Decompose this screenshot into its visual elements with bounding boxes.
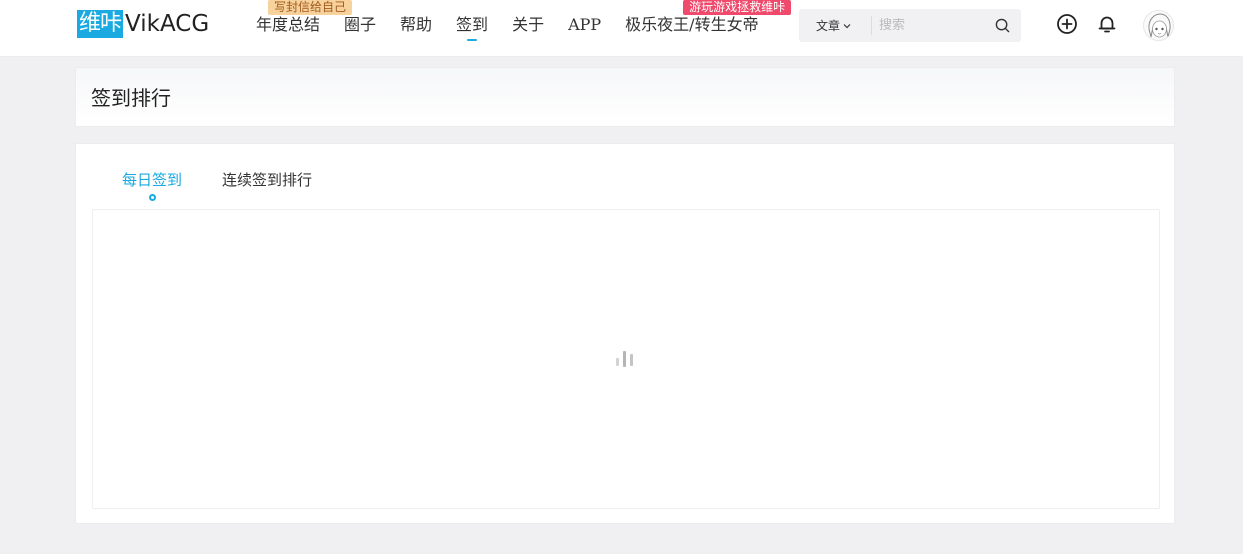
site-header: 维咔 VikACG 写封信给自己 年度总结 圈子 帮助 签到 关于 APP 游玩… bbox=[0, 0, 1243, 57]
search-icon bbox=[995, 18, 1009, 33]
tab-daily-checkin[interactable]: 每日签到 bbox=[122, 170, 183, 201]
nav-label: 关于 bbox=[512, 15, 545, 34]
main-nav: 写封信给自己 年度总结 圈子 帮助 签到 关于 APP 游玩游戏拯救维咔 极乐夜… bbox=[244, 0, 792, 57]
nav-item-game[interactable]: 游玩游戏拯救维咔 极乐夜王/转生女帝 bbox=[613, 0, 792, 57]
logo-en-text: VikACG bbox=[125, 11, 210, 37]
page-title-card: 签到排行 bbox=[75, 67, 1175, 127]
loading-spinner-icon bbox=[616, 351, 633, 367]
search-type-dropdown[interactable]: 文章 bbox=[799, 17, 871, 34]
nav-label: 签到 bbox=[456, 15, 489, 34]
nav-label: APP bbox=[568, 15, 602, 34]
tab-consecutive-ranking[interactable]: 连续签到排行 bbox=[222, 170, 312, 190]
nav-item-checkin[interactable]: 签到 bbox=[444, 0, 500, 57]
nav-label: 极乐夜王/转生女帝 bbox=[625, 15, 759, 34]
user-avatar[interactable] bbox=[1143, 10, 1174, 41]
tab-label: 每日签到 bbox=[122, 171, 183, 189]
page-title: 签到排行 bbox=[91, 86, 171, 110]
nav-label: 帮助 bbox=[400, 15, 433, 34]
nav-label: 年度总结 bbox=[256, 15, 321, 34]
search-type-label: 文章 bbox=[816, 19, 841, 33]
active-tab-indicator bbox=[148, 194, 156, 201]
nav-item-app[interactable]: APP bbox=[556, 0, 613, 57]
plus-circle-icon bbox=[1057, 14, 1077, 34]
avatar-image-icon bbox=[1148, 13, 1171, 38]
nav-item-help[interactable]: 帮助 bbox=[388, 0, 444, 57]
ranking-tabs: 每日签到 连续签到排行 bbox=[122, 170, 312, 201]
nav-item-circle[interactable]: 圈子 bbox=[332, 0, 388, 57]
search-input[interactable] bbox=[872, 18, 983, 33]
nav-badge-game: 游玩游戏拯救维咔 bbox=[683, 0, 792, 15]
site-logo[interactable]: 维咔 VikACG bbox=[77, 10, 209, 38]
search-bar: 文章 bbox=[799, 9, 1021, 42]
create-post-button[interactable] bbox=[1055, 12, 1079, 36]
search-button[interactable] bbox=[983, 9, 1021, 42]
notifications-button[interactable] bbox=[1095, 12, 1119, 36]
logo-cn-text: 维咔 bbox=[77, 10, 124, 38]
ranking-list-container bbox=[92, 209, 1160, 509]
nav-item-annual-summary[interactable]: 写封信给自己 年度总结 bbox=[244, 0, 353, 57]
chevron-down-icon bbox=[843, 23, 851, 28]
tab-label: 连续签到排行 bbox=[222, 171, 313, 189]
nav-item-about[interactable]: 关于 bbox=[500, 0, 556, 57]
bell-icon bbox=[1098, 16, 1116, 33]
checkin-ranking-card: 每日签到 连续签到排行 bbox=[75, 143, 1175, 524]
nav-label: 圈子 bbox=[344, 15, 377, 34]
